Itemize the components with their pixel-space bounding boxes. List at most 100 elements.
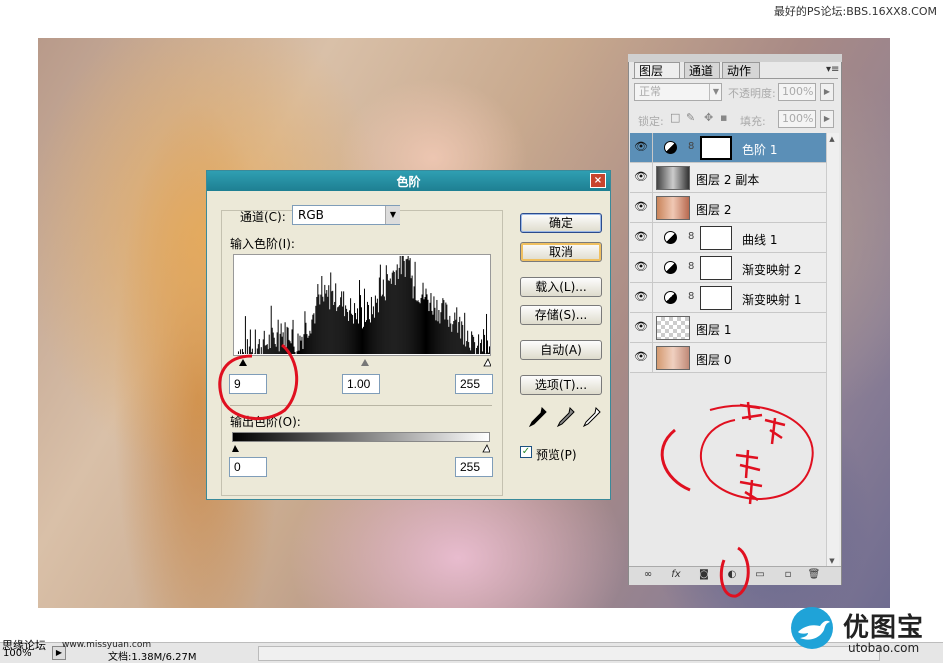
histogram-bar [319, 304, 320, 354]
load-button[interactable]: 载入(L)... [520, 277, 602, 297]
layer-mask-thumbnail[interactable] [700, 136, 732, 160]
histogram-bar [269, 335, 270, 354]
lock-move-icon[interactable]: ✥ [704, 112, 714, 124]
preview-checkbox[interactable]: ✓ [520, 446, 532, 458]
adjustment-icon[interactable]: ◐ [724, 568, 740, 582]
eye-icon[interactable]: 👁 [634, 201, 648, 213]
layer-row-layer1[interactable]: 👁 图层 1 [630, 313, 826, 343]
eye-icon[interactable]: 👁 [634, 231, 648, 243]
histogram-bar [388, 280, 389, 354]
trash-icon[interactable]: 🗑 [806, 568, 822, 582]
gray-eyedropper-icon[interactable] [554, 406, 576, 430]
histogram-bar [357, 308, 358, 354]
histogram-bar [397, 264, 398, 354]
zoom-level[interactable]: 100% [3, 648, 32, 659]
chevron-down-icon[interactable]: ▼ [385, 206, 400, 224]
input-gamma-field[interactable] [342, 374, 380, 394]
fill-slider-button[interactable]: ▶ [820, 110, 834, 128]
auto-button[interactable]: 自动(A) [520, 340, 602, 360]
opacity-label: 不透明度: [728, 85, 776, 101]
chain-link-icon[interactable]: 8 [688, 261, 694, 272]
opacity-input[interactable]: 100% [778, 83, 816, 101]
histogram-bar [428, 311, 429, 354]
tab-channels[interactable]: 通道 [684, 62, 720, 78]
close-icon[interactable]: × [590, 173, 606, 188]
histogram-bar [440, 312, 441, 354]
eye-icon[interactable]: 👁 [634, 261, 648, 273]
link-icon[interactable]: ∞ [640, 568, 656, 582]
histogram-bar [280, 334, 281, 354]
save-button[interactable]: 存储(S)... [520, 305, 602, 325]
tab-actions[interactable]: 动作 [722, 62, 760, 78]
histogram-bar [340, 297, 341, 354]
eye-icon[interactable]: 👁 [634, 171, 648, 183]
output-black-field[interactable] [229, 457, 267, 477]
eye-icon[interactable]: 👁 [634, 141, 648, 153]
panel-menu-icon[interactable]: ▾≡ [826, 64, 839, 75]
histogram-bar [251, 352, 252, 354]
input-white-field[interactable] [455, 374, 493, 394]
chain-link-icon[interactable]: 8 [688, 291, 694, 302]
cancel-button[interactable]: 取消 [520, 242, 602, 262]
histogram-bar [272, 328, 273, 354]
layer-mask-thumbnail[interactable] [700, 256, 732, 280]
opacity-slider-button[interactable]: ▶ [820, 83, 834, 101]
layer-row-layer2-copy[interactable]: 👁 图层 2 副本 [630, 163, 826, 193]
lock-transparency-icon[interactable]: □ [670, 112, 680, 124]
histogram-bar [417, 301, 418, 354]
layer-row-layer2[interactable]: 👁 图层 2 [630, 193, 826, 223]
white-eyedropper-icon[interactable] [580, 406, 602, 430]
output-slider[interactable] [232, 443, 490, 453]
output-white-field[interactable] [455, 457, 493, 477]
histogram-bar [477, 346, 478, 354]
lock-all-icon[interactable]: ▪ [720, 112, 730, 124]
histogram-bar [431, 311, 432, 354]
fx-icon[interactable]: fx [668, 568, 684, 582]
new-layer-icon[interactable]: ▫ [780, 568, 796, 582]
layers-scrollbar[interactable] [826, 133, 839, 567]
layer-row-gradient-map-2[interactable]: 👁 8 渐变映射 2 [630, 253, 826, 283]
histogram-bar [240, 349, 241, 354]
histogram-bar [304, 311, 305, 354]
ok-button[interactable]: 确定 [520, 213, 602, 233]
group-icon[interactable]: ▭ [752, 568, 768, 582]
layer-row-levels-1[interactable]: 👁 8 色阶 1 [630, 133, 826, 163]
layer-row-layer0[interactable]: 👁 图层 0 [630, 343, 826, 373]
histogram-bar [472, 335, 473, 354]
eye-icon[interactable]: 👁 [634, 321, 648, 333]
tab-layers[interactable]: 图层 × [634, 62, 680, 78]
histogram-bar [352, 315, 353, 354]
options-button[interactable]: 选项(T)... [520, 375, 602, 395]
eye-icon[interactable]: 👁 [634, 351, 648, 363]
histogram-bar [328, 285, 329, 354]
fill-input[interactable]: 100% [778, 110, 816, 128]
input-black-field[interactable] [229, 374, 267, 394]
black-eyedropper-icon[interactable] [526, 406, 548, 430]
channel-select[interactable]: RGB [292, 205, 400, 225]
layer-row-curves-1[interactable]: 👁 8 曲线 1 [630, 223, 826, 253]
eye-icon[interactable]: 👁 [634, 291, 648, 303]
panel-grip[interactable] [628, 54, 842, 62]
chain-link-icon[interactable]: 8 [688, 231, 694, 242]
histogram-bar [389, 281, 390, 354]
input-slider[interactable] [233, 357, 491, 367]
mask-icon[interactable]: ◙ [696, 568, 712, 582]
histogram-bar [306, 334, 307, 354]
adjustment-layer-icon [664, 231, 677, 244]
histogram-bar [404, 261, 405, 354]
histogram-bar [373, 306, 374, 354]
histogram-bar [287, 327, 288, 354]
lock-brush-icon[interactable]: ✎ [686, 112, 696, 124]
horizontal-scrollbar[interactable] [258, 646, 880, 661]
histogram-bar [463, 345, 464, 354]
layer-thumbnail [656, 196, 690, 220]
chevron-down-icon[interactable]: ▼ [709, 84, 722, 100]
layer-mask-thumbnail[interactable] [700, 286, 732, 310]
layer-row-gradient-map-1[interactable]: 👁 8 渐变映射 1 [630, 283, 826, 313]
adjustment-layer-icon [664, 291, 677, 304]
histogram-bar [370, 322, 371, 354]
chain-link-icon[interactable]: 8 [688, 141, 694, 152]
scroll-up-icon[interactable]: ▲ [826, 133, 838, 145]
input-levels-label: 输入色阶(I): [230, 235, 295, 252]
layer-mask-thumbnail[interactable] [700, 226, 732, 250]
